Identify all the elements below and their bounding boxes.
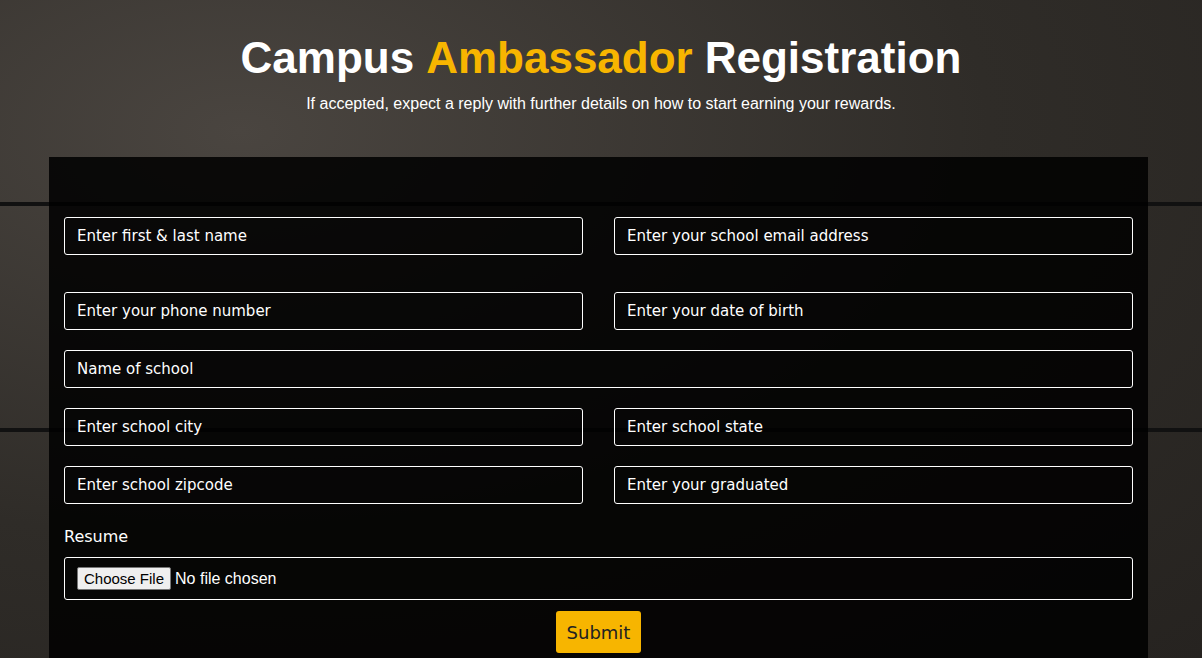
submit-area: Submit <box>64 611 1133 653</box>
choose-file-button[interactable]: Choose File <box>77 567 171 590</box>
text-field[interactable] <box>614 292 1133 330</box>
registration-page: CampusAmbassadorRegistration If accepted,… <box>0 0 1202 658</box>
title-word: Campus <box>241 33 415 83</box>
page-header: CampusAmbassadorRegistration If accepted,… <box>0 0 1202 115</box>
field-row <box>64 466 1133 504</box>
text-field[interactable] <box>614 408 1133 446</box>
submit-button[interactable]: Submit <box>556 611 642 653</box>
text-field[interactable] <box>64 350 1133 388</box>
page-title: CampusAmbassadorRegistration <box>0 33 1202 83</box>
file-status: No file chosen <box>175 570 276 588</box>
title-word: Ambassador <box>426 33 693 83</box>
text-field[interactable] <box>64 408 583 446</box>
text-field[interactable] <box>614 466 1133 504</box>
text-field[interactable] <box>64 466 583 504</box>
resume-file-input[interactable]: Choose FileNo file chosen <box>64 557 1133 600</box>
text-field[interactable] <box>64 292 583 330</box>
field-row <box>64 217 1133 255</box>
resume-label: Resume <box>64 526 1133 548</box>
text-field[interactable] <box>64 217 583 255</box>
field-row <box>64 292 1133 330</box>
title-word: Registration <box>705 33 962 83</box>
text-field[interactable] <box>614 217 1133 255</box>
field-row <box>64 350 1133 388</box>
field-row <box>64 408 1133 446</box>
page-subtitle: If accepted, expect a reply with further… <box>0 93 1202 115</box>
form-fields <box>64 217 1133 504</box>
form-panel: Resume Choose FileNo file chosen Submit <box>49 157 1148 658</box>
